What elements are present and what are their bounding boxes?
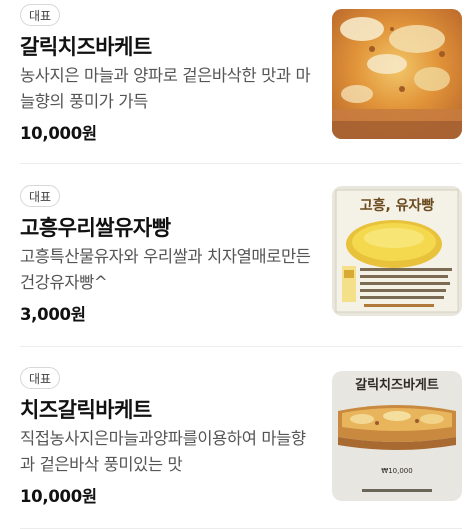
cheese-garlic-baguette-photo[interactable]: 갈릭치즈바게트 ₩10,000 <box>332 371 462 501</box>
menu-item-price: 10,000원 <box>20 487 97 506</box>
menu-item-description: 고흥특산물유자와 우리쌀과 치자열매로만든 건강유자빵^ <box>20 247 311 292</box>
garlic-cheese-baguette-photo[interactable] <box>332 9 462 139</box>
poster-price: ₩10,000 <box>381 467 412 475</box>
divider <box>20 346 462 347</box>
menu-item-name: 갈릭치즈바케트 <box>20 35 152 59</box>
menu-item-name: 치즈갈릭바케트 <box>20 398 152 422</box>
representative-badge: 대표 <box>20 367 61 389</box>
poster-title: 갈릭치즈바게트 <box>355 377 439 393</box>
menu-item[interactable]: 대표 치즈갈릭바케트 직접농사지은마늘과양파를이용하여 마늘향과 겉은바삭 풍미… <box>0 362 476 529</box>
menu-item-description: 농사지은 마늘과 양파로 겉은바삭한 맛과 마늘향의 풍미가 가득 <box>20 66 311 111</box>
menu-list: 대표 갈릭치즈바케트 농사지은 마늘과 양파로 겉은바삭한 맛과 마늘향의 풍미… <box>0 0 476 529</box>
divider <box>20 163 462 164</box>
menu-item-name: 고흥우리쌀유자빵 <box>20 216 171 240</box>
menu-item-description: 직접농사지은마늘과양파를이용하여 마늘향과 겉은바삭 풍미있는 맛 <box>20 429 306 474</box>
representative-badge: 대표 <box>20 185 61 207</box>
poster-title: 고흥, 유자빵 <box>360 197 435 214</box>
menu-item[interactable]: 대표 갈릭치즈바케트 농사지은 마늘과 양파로 겉은바삭한 맛과 마늘향의 풍미… <box>0 0 476 170</box>
representative-badge: 대표 <box>20 4 61 26</box>
menu-item[interactable]: 대표 고흥우리쌀유자빵 고흥특산물유자와 우리쌀과 치자열매로만든 건강유자빵^… <box>0 180 476 350</box>
menu-item-price: 10,000원 <box>20 124 97 143</box>
menu-item-price: 3,000원 <box>20 305 86 324</box>
yuja-bread-photo[interactable]: 고흥, 유자빵 <box>332 186 462 316</box>
